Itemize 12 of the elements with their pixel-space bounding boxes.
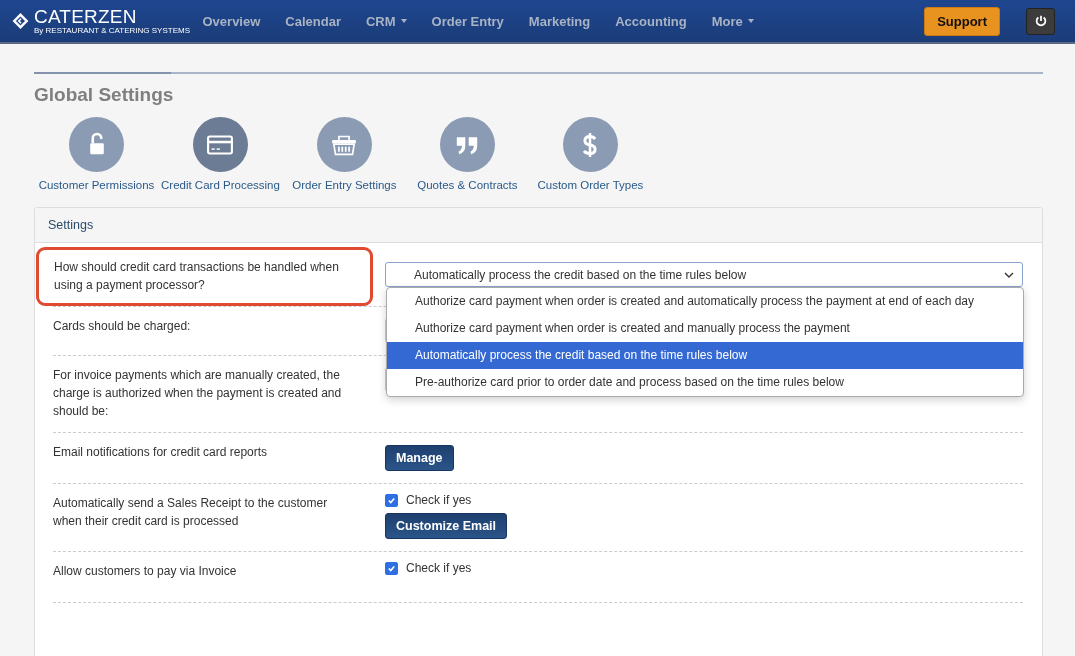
checkbox-label: Check if yes — [406, 493, 472, 507]
page-title: Global Settings — [34, 84, 175, 106]
logo-name: CATERZEN — [33, 7, 138, 26]
setting-label: For invoice payments which are manually created, the charge is authorized when the payment is created and should be: — [53, 367, 343, 420]
setting-label: Cards should be charged: — [53, 318, 192, 335]
checkbox-label: Check if yes — [406, 561, 472, 575]
setting-label: Email notifications for credit card reports — [53, 444, 269, 461]
setting-label: How should credit card transactions be handled when using a payment processor? — [54, 259, 340, 294]
logo-tagline: By RESTAURANT & CATERING SYSTEMS — [33, 26, 190, 35]
setting-label: Allow customers to pay via Invoice — [53, 563, 238, 580]
setting-label: Automatically send a Sales Receipt to the customer when their credit card is processed — [53, 495, 329, 530]
panel-title: Settings — [48, 218, 94, 232]
